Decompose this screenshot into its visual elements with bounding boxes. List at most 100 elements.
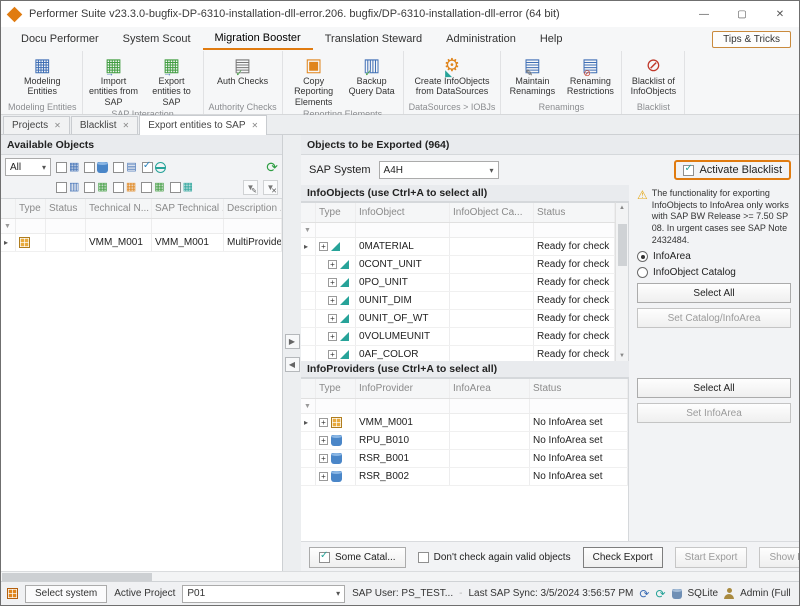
close-button[interactable]: ✕ [761,1,799,27]
blacklist-infoobjects-button[interactable]: ⊘ Blacklist of InfoObjects [625,53,681,100]
expand-toggle[interactable]: + [328,314,337,323]
select-system-button[interactable]: Select system [25,585,107,603]
infoobject-row[interactable]: + 0PO_UNIT Ready for check [301,274,615,292]
maintain-renamings-button[interactable]: ▤✎ Maintain Renamings [504,53,560,100]
filter-row[interactable]: ▼ [1,219,282,234]
available-objects-title: Available Objects [1,135,282,155]
expand-toggle[interactable]: + [319,436,328,445]
vertical-scrollbar[interactable]: ▲ ▼ [615,202,628,361]
tab-close-icon[interactable]: ✕ [54,121,61,130]
some-catalogs-button[interactable]: Some Catal... [309,547,406,568]
ribbon-tab-administration[interactable]: Administration [434,29,528,49]
reload-refresh-icon[interactable]: ⟳ [655,588,665,600]
expand-toggle[interactable]: + [328,278,337,287]
filter-clear-button[interactable]: ▼✕ [263,180,278,195]
activate-blacklist-checkbox[interactable] [683,165,694,176]
tab-export-entities[interactable]: Export entities to SAP✕ [139,115,267,135]
filter-row[interactable]: ▼ [301,399,628,414]
tab-close-icon[interactable]: ✕ [123,121,130,130]
ribbon-tab-help[interactable]: Help [528,29,575,49]
filter-edit-button[interactable]: ▼✎ [243,180,258,195]
filter-checkbox[interactable] [84,182,95,193]
minimize-button[interactable]: — [685,1,723,27]
filter-row[interactable]: ▼ [301,223,615,238]
table-row[interactable]: ▸ VMM_M001 VMM_M001 MultiProvide... [1,234,282,252]
create-infoobjects-button[interactable]: ⚙◣ Create InfoObjects from DataSources [409,53,495,100]
ribbon-tab-docu-performer[interactable]: Docu Performer [9,29,111,49]
dont-check-valid-row[interactable]: Don't check again valid objects [418,552,571,563]
expand-toggle[interactable]: + [319,454,328,463]
infoobject-row[interactable]: + 0UNIT_DIM Ready for check [301,292,615,310]
infoarea-radio-row[interactable]: InfoArea [637,251,791,262]
maximize-button[interactable]: ▢ [723,1,761,27]
infoprovider-row[interactable]: ▸ + VMM_M001 No InfoArea set [301,414,628,432]
modeling-entities-button[interactable]: ▦ Modeling Entities [14,53,70,100]
ribbon-tab-system-scout[interactable]: System Scout [111,29,203,49]
expand-toggle[interactable]: + [328,350,337,359]
sap-system-dropdown[interactable]: A4H▾ [379,161,499,179]
filter-checkbox[interactable] [84,162,95,173]
filter-checkbox[interactable] [113,182,124,193]
object-type-filter-row-2: ▥ ▦ ▦ ▦ ▦ ▼✎ ▼✕ [1,177,282,196]
scrollbar-thumb[interactable] [2,573,152,581]
infoobject-row[interactable]: + 0VOLUMEUNIT Ready for check [301,328,615,346]
ribbon-tab-translation-steward[interactable]: Translation Steward [313,29,434,49]
infoobject-row[interactable]: ▸ + 0MATERIAL Ready for check [301,238,615,256]
expand-toggle[interactable]: + [328,296,337,305]
show-export-results-button[interactable]: Show Export Results [759,547,800,568]
infoobject-catalog-radio[interactable] [637,267,648,278]
user-icon [724,594,734,599]
filter-checkbox[interactable] [113,162,124,173]
tab-blacklist[interactable]: Blacklist✕ [71,116,138,134]
backup-query-data-button[interactable]: ▥✓ Backup Query Data [344,53,400,107]
infoprovider-row[interactable]: + RSR_B001 No InfoArea set [301,450,628,468]
move-right-button[interactable]: ▶ [285,334,300,349]
infoobject-row[interactable]: + 0CONT_UNIT Ready for check [301,256,615,274]
infoobject-catalog-radio-row[interactable]: InfoObject Catalog [637,267,791,278]
expand-toggle[interactable]: + [328,332,337,341]
expand-toggle[interactable]: + [319,418,328,427]
filter-checkbox[interactable] [170,182,181,193]
expand-toggle[interactable]: + [319,242,328,251]
window-title: Performer Suite v23.3.0-bugfix-DP-6310-i… [29,8,685,20]
auth-checks-button[interactable]: ▤✓ Auth Checks [215,53,271,100]
start-export-button[interactable]: Start Export [675,547,748,568]
ribbon-tab-migration-booster[interactable]: Migration Booster [203,28,313,50]
filter-checkbox-checked[interactable] [142,162,153,173]
scroll-up-icon[interactable]: ▲ [619,204,625,212]
filter-checkbox[interactable] [56,182,67,193]
set-infoarea-button[interactable]: Set InfoArea [637,403,791,423]
export-entities-button[interactable]: ▦→ Export entities to SAP [144,53,200,107]
infoobject-row[interactable]: + 0UNIT_OF_WT Ready for check [301,310,615,328]
import-entities-icon: ▦→ [105,53,122,76]
chevron-down-icon: ▾ [336,589,340,598]
last-sync-text: Last SAP Sync: 3/5/2024 3:56:57 PM [468,588,633,599]
renaming-restrictions-button[interactable]: ▤⊘ Renaming Restrictions [562,53,618,100]
import-entities-button[interactable]: ▦→ Import entities from SAP [86,53,142,107]
active-project-dropdown[interactable]: P01▾ [182,585,345,603]
scroll-down-icon[interactable]: ▼ [619,352,625,360]
infoprovider-row[interactable]: + RPU_B010 No InfoArea set [301,432,628,450]
tab-close-icon[interactable]: ✕ [252,121,259,130]
filter-checkbox[interactable] [56,162,67,173]
horizontal-scrollbar[interactable] [1,571,799,581]
copy-reporting-elements-button[interactable]: ▣ Copy Reporting Elements [286,53,342,107]
infoarea-radio[interactable] [637,251,648,262]
select-all-infoobjects-button[interactable]: Select All [637,283,791,303]
expand-toggle[interactable]: + [319,472,328,481]
tab-projects[interactable]: Projects✕ [3,116,70,134]
tips-tricks-button[interactable]: Tips & Tricks [712,31,791,48]
infoobject-icon [340,296,349,305]
object-filter-dropdown[interactable]: All▾ [5,158,51,176]
expand-toggle[interactable]: + [328,260,337,269]
filter-checkbox[interactable] [141,182,152,193]
infoprovider-row[interactable]: + RSR_B002 No InfoArea set [301,468,628,486]
select-all-infoproviders-button[interactable]: Select All [637,378,791,398]
dont-check-valid-checkbox[interactable] [418,552,429,563]
move-left-button[interactable]: ◀ [285,357,300,372]
check-export-button[interactable]: Check Export [583,547,663,568]
refresh-button[interactable]: ⟳ [266,160,278,174]
sync-refresh-icon[interactable]: ⟳ [639,588,649,600]
set-catalog-infoarea-button[interactable]: Set Catalog/InfoArea [637,308,791,328]
scrollbar-thumb[interactable] [618,224,627,266]
